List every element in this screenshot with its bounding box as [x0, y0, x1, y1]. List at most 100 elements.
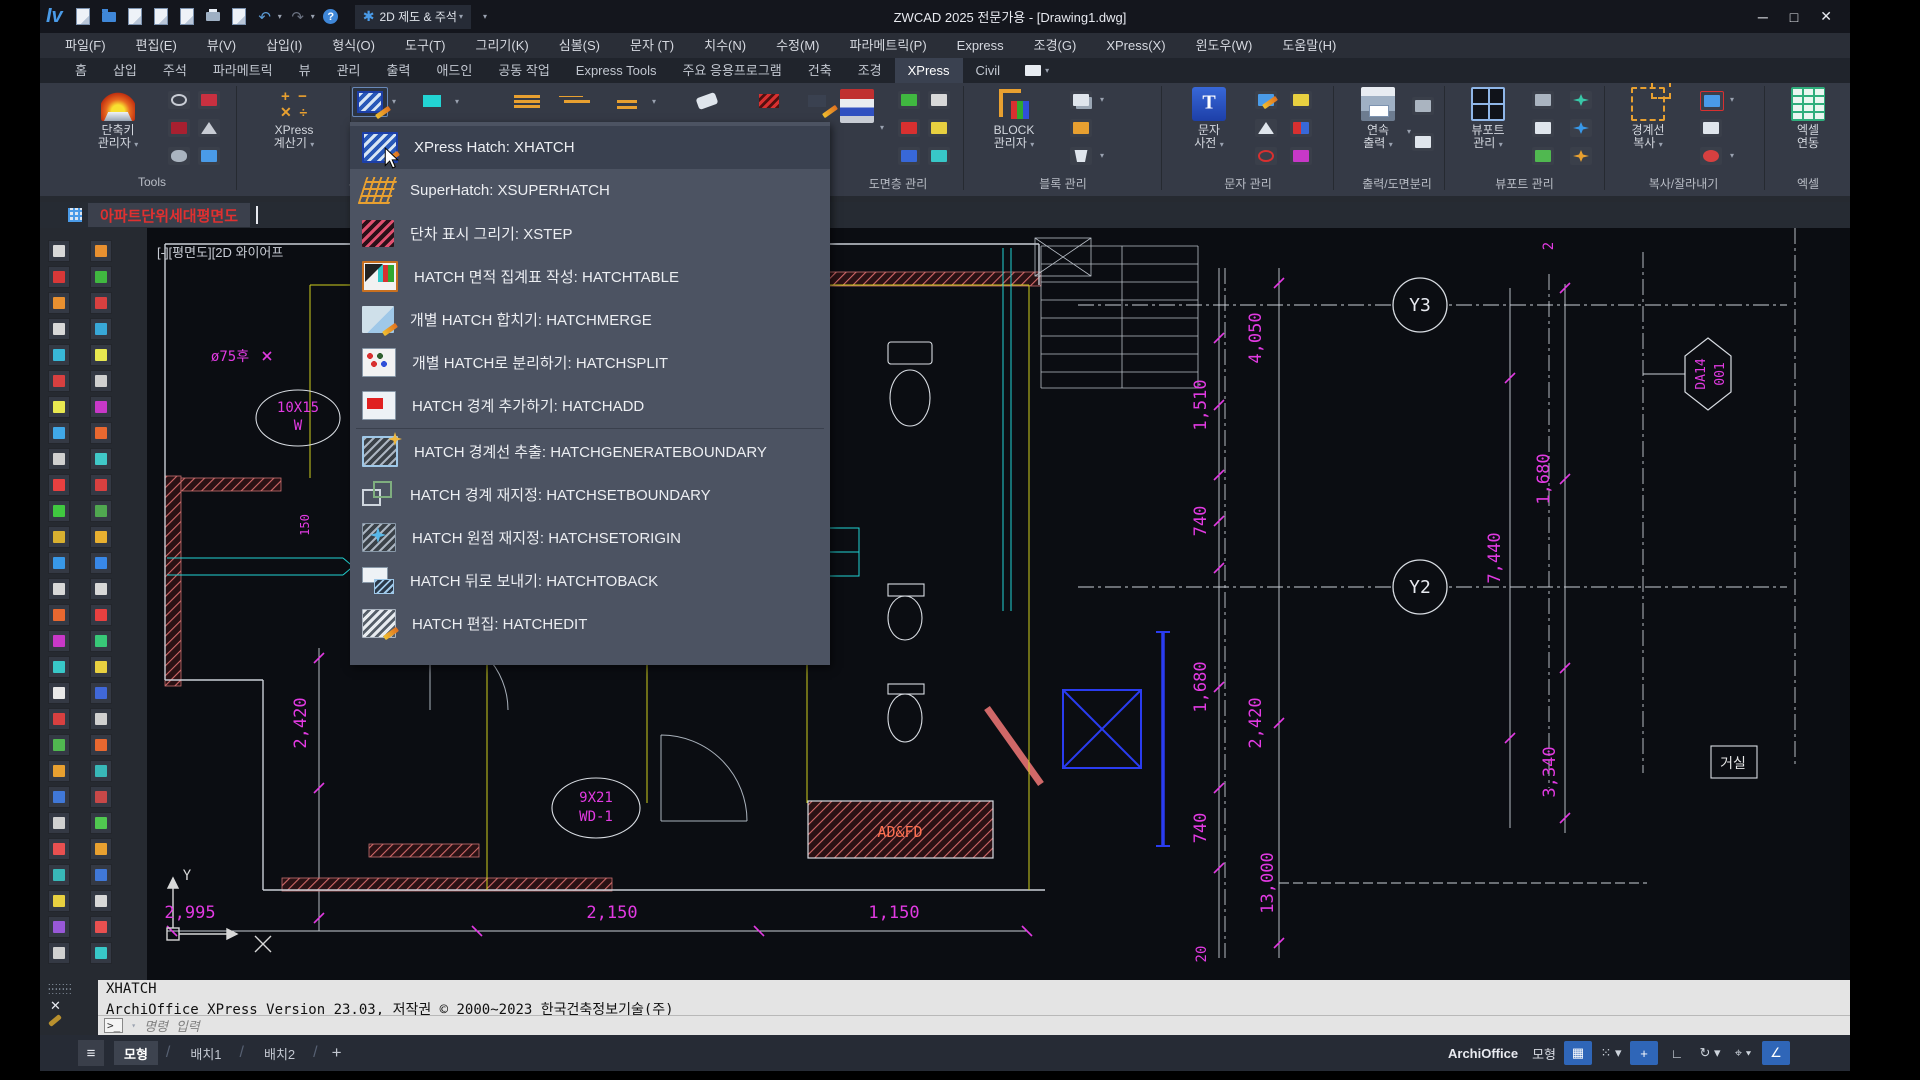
layer-freeze-icon[interactable]	[928, 91, 950, 109]
ribbon-tab-Express Tools[interactable]: Express Tools	[563, 58, 670, 83]
cut-pen-icon[interactable]	[1700, 119, 1722, 137]
block-copy-arrow[interactable]: ▾	[1100, 95, 1104, 104]
toolbar-icon[interactable]	[48, 344, 70, 366]
pencil-tool-icon[interactable]	[800, 87, 834, 115]
save-as-button[interactable]	[151, 7, 171, 27]
hatch-menu-item[interactable]: XPress Hatch: XHATCH	[350, 126, 830, 169]
toolbar-icon[interactable]	[90, 344, 112, 366]
polyline-tool-icon[interactable]	[415, 87, 449, 115]
menu-item[interactable]: XPress(X)	[1091, 33, 1180, 58]
toolbar-icon[interactable]	[90, 864, 112, 886]
hatch-menu-item[interactable]: 개별 HATCH로 분리하기: HATCHSPLIT	[350, 341, 830, 384]
text-dictionary-button[interactable]: 문자 사전 ▾	[1173, 87, 1245, 151]
toolbar-icon[interactable]	[90, 604, 112, 626]
block-color-icon[interactable]	[168, 119, 190, 137]
toolbar-icon[interactable]	[90, 552, 112, 574]
text-ab-icon[interactable]	[1290, 119, 1312, 137]
toolbar-icon[interactable]	[90, 708, 112, 730]
menu-item[interactable]: 수정(M)	[761, 33, 834, 58]
ribbon-tab-주석[interactable]: 주석	[150, 58, 200, 83]
close-button[interactable]: ✕	[1820, 8, 1832, 25]
xpress-hatch-button[interactable]	[352, 87, 388, 117]
toolbar-icon[interactable]	[48, 890, 70, 912]
hatch-menu-item[interactable]: HATCH 편집: HATCHEDIT	[350, 602, 830, 645]
hatch-menu-item[interactable]: HATCH 경계 추가하기: HATCHADD	[350, 384, 830, 427]
command-line-panel[interactable]: XHATCH ArchiOffice XPress Version 23.03,…	[98, 980, 1850, 1035]
menu-item[interactable]: 파라메트릭(P)	[835, 33, 942, 58]
preview-button[interactable]	[229, 7, 249, 27]
ribbon-tab-파라메트릭[interactable]: 파라메트릭	[200, 58, 286, 83]
toolbar-icon[interactable]	[48, 604, 70, 626]
layer-off-icon[interactable]	[898, 119, 920, 137]
toolbar-icon[interactable]	[48, 448, 70, 470]
command-input-row[interactable]: >_ ▾ 명령 입력	[98, 1015, 1850, 1035]
toolbar-icon[interactable]	[90, 760, 112, 782]
menu-item[interactable]: 그리기(K)	[461, 33, 544, 58]
menu-item[interactable]: 편집(E)	[121, 33, 192, 58]
layer-isolate-icon[interactable]	[898, 147, 920, 165]
redo-button[interactable]: ↷	[288, 7, 308, 27]
grid-toggle[interactable]: ▦	[1564, 1041, 1592, 1065]
menu-item[interactable]: 파일(F)	[50, 33, 121, 58]
clip-image-icon[interactable]	[1700, 91, 1724, 111]
snap-toggle[interactable]: ⁙ ▾	[1597, 1041, 1625, 1065]
toolbar-icon[interactable]	[48, 552, 70, 574]
vp-star-blue-icon[interactable]	[1570, 119, 1592, 137]
toolbar-icon[interactable]	[90, 578, 112, 600]
hatch-menu-item[interactable]: HATCH 면적 집계표 작성: HATCHTABLE	[350, 255, 830, 298]
menu-item[interactable]: 윈도우(W)	[1181, 33, 1268, 58]
dimension-dropdown-arrow[interactable]: ▾	[652, 97, 656, 106]
magnifier-icon[interactable]	[168, 91, 190, 109]
redo-dropdown-arrow[interactable]: ▾	[311, 12, 315, 21]
command-prompt-arrow[interactable]: ▾	[131, 1021, 136, 1030]
trash-arrow[interactable]: ▾	[1100, 151, 1104, 160]
toolbar-icon[interactable]	[90, 786, 112, 808]
toolbar-icon[interactable]	[90, 474, 112, 496]
menu-item[interactable]: 문자 (T)	[615, 33, 689, 58]
toolbar-icon[interactable]	[48, 318, 70, 340]
toolbar-icon[interactable]	[48, 864, 70, 886]
copy-button[interactable]	[177, 7, 197, 27]
viewport-controls[interactable]: [-][평면도][2D 와이어프	[157, 242, 283, 261]
toolbar-icon[interactable]	[48, 708, 70, 730]
cut-gear-icon[interactable]	[1700, 147, 1722, 165]
xpress-calculator-button[interactable]: XPress 계산기 ▾	[258, 87, 330, 151]
text-rotate-icon[interactable]	[1290, 147, 1312, 165]
menu-item[interactable]: 뷰(V)	[192, 33, 251, 58]
block-manager-button[interactable]: BLOCK 관리자 ▾	[978, 87, 1050, 151]
print-split-icon[interactable]	[1412, 97, 1434, 115]
menu-item[interactable]: 삽입(I)	[251, 33, 317, 58]
menu-item[interactable]: 형식(O)	[317, 33, 390, 58]
toolbar-icon[interactable]	[48, 916, 70, 938]
toolbar-icon[interactable]	[48, 630, 70, 652]
toolbar-icon[interactable]	[48, 240, 70, 262]
block-copy-icon[interactable]	[1070, 91, 1092, 109]
workspace-dropdown-arrow[interactable]: ▾	[459, 12, 463, 21]
toolbar-icon[interactable]	[90, 422, 112, 444]
layer-lock-icon[interactable]	[928, 119, 950, 137]
toolbar-icon[interactable]	[90, 292, 112, 314]
menu-item[interactable]: 도구(T)	[390, 33, 461, 58]
polyline-dropdown-arrow[interactable]: ▾	[455, 97, 459, 106]
diameter-symbol-icon[interactable]	[1255, 147, 1277, 165]
toolbar-icon[interactable]	[90, 526, 112, 548]
ribbon-tab-건축[interactable]: 건축	[795, 58, 845, 83]
vp-star-orange-icon[interactable]	[1570, 147, 1592, 165]
menu-item[interactable]: 도움말(H)	[1267, 33, 1351, 58]
toolbar-icon[interactable]	[90, 838, 112, 860]
osnap-toggle[interactable]: ⌖ ▾	[1729, 1041, 1757, 1065]
toolbar-icon[interactable]	[90, 318, 112, 340]
text-style-a-icon[interactable]	[1255, 119, 1277, 137]
layer-merge-icon[interactable]	[928, 147, 950, 165]
vp-print-icon[interactable]	[1532, 91, 1554, 109]
layer-stack-icon[interactable]	[840, 89, 874, 123]
document-grid-icon[interactable]	[68, 208, 82, 222]
toolbar-icon[interactable]	[90, 396, 112, 418]
sheet-split-icon[interactable]	[1412, 133, 1434, 151]
wrench-icon[interactable]	[48, 1014, 62, 1027]
maximize-button[interactable]: □	[1790, 9, 1798, 25]
toolbar-icon[interactable]	[48, 942, 70, 964]
toolbar-icon[interactable]	[90, 500, 112, 522]
toolbar-icon[interactable]	[90, 682, 112, 704]
red-stack-icon[interactable]	[198, 91, 220, 109]
